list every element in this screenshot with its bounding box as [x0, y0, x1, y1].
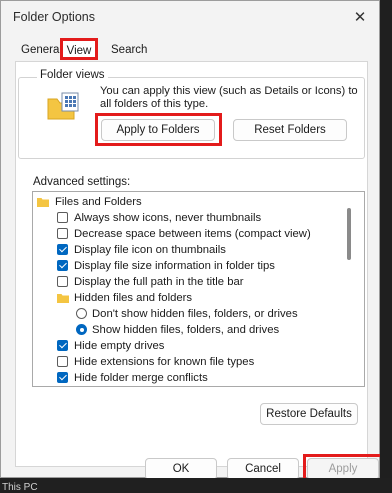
folder-icon	[37, 198, 49, 207]
advanced-settings-label: Advanced settings:	[33, 176, 131, 188]
checkbox-checked[interactable]	[57, 340, 68, 351]
background-window-edge	[380, 0, 392, 493]
tree-item-label: Don't show hidden files, folders, or dri…	[92, 308, 298, 320]
checkbox[interactable]	[57, 356, 68, 367]
restore-defaults-button[interactable]: Restore Defaults	[260, 403, 358, 425]
tree-item-label: Hide empty drives	[74, 340, 165, 352]
tree-item-label: Always show icons, never thumbnails	[74, 212, 262, 224]
tab-view[interactable]: View	[60, 38, 98, 60]
tree-item-label: Display file icon on thumbnails	[74, 244, 226, 256]
folder-options-dialog: Folder Options ✕ General View Search Fol…	[0, 0, 380, 480]
close-icon[interactable]: ✕	[349, 7, 371, 27]
reset-folders-button[interactable]: Reset Folders	[233, 119, 347, 141]
checkbox-checked[interactable]	[57, 372, 68, 383]
tree-item-label: Files and Folders	[55, 196, 142, 208]
folder-view-icon	[47, 92, 79, 120]
vertical-scrollbar-thumb[interactable]	[347, 208, 351, 260]
folder-views-title: Folder views	[37, 69, 108, 81]
cancel-button[interactable]: Cancel	[227, 458, 299, 480]
tree-item-label: Display the full path in the title bar	[74, 276, 244, 288]
tree-item-label: Hide folder merge conflicts	[74, 372, 208, 384]
folder-views-description: You can apply this view (such as Details…	[100, 85, 358, 110]
tree-item-label: Hidden files and folders	[74, 292, 193, 304]
tab-search[interactable]: Search	[107, 41, 151, 59]
checkbox-checked[interactable]	[57, 260, 68, 271]
advanced-settings-list[interactable]: Files and Folders Always show icons, nev…	[32, 191, 365, 387]
tab-general[interactable]: General	[17, 41, 66, 59]
checkbox[interactable]	[57, 276, 68, 287]
radio-button[interactable]	[76, 308, 87, 319]
window-title: Folder Options	[13, 10, 95, 24]
checkbox[interactable]	[57, 228, 68, 239]
checkbox-checked[interactable]	[57, 244, 68, 255]
ok-button[interactable]: OK	[145, 458, 217, 480]
apply-to-folders-highlight	[95, 113, 222, 146]
tree-item-label: Hide extensions for known file types	[74, 356, 255, 368]
tree-item-label: Display file size information in folder …	[74, 260, 275, 272]
tab-strip: General View Search	[13, 38, 367, 61]
tree-item-label: Show hidden files, folders, and drives	[92, 324, 280, 336]
checkbox[interactable]	[57, 212, 68, 223]
title-bar: Folder Options ✕	[1, 1, 379, 33]
radio-button-selected[interactable]	[76, 324, 87, 335]
folder-icon	[57, 294, 69, 303]
background-this-pc-label: This PC	[2, 482, 38, 493]
background-window-bottom	[0, 478, 392, 493]
tree-item-label: Decrease space between items (compact vi…	[74, 228, 311, 240]
